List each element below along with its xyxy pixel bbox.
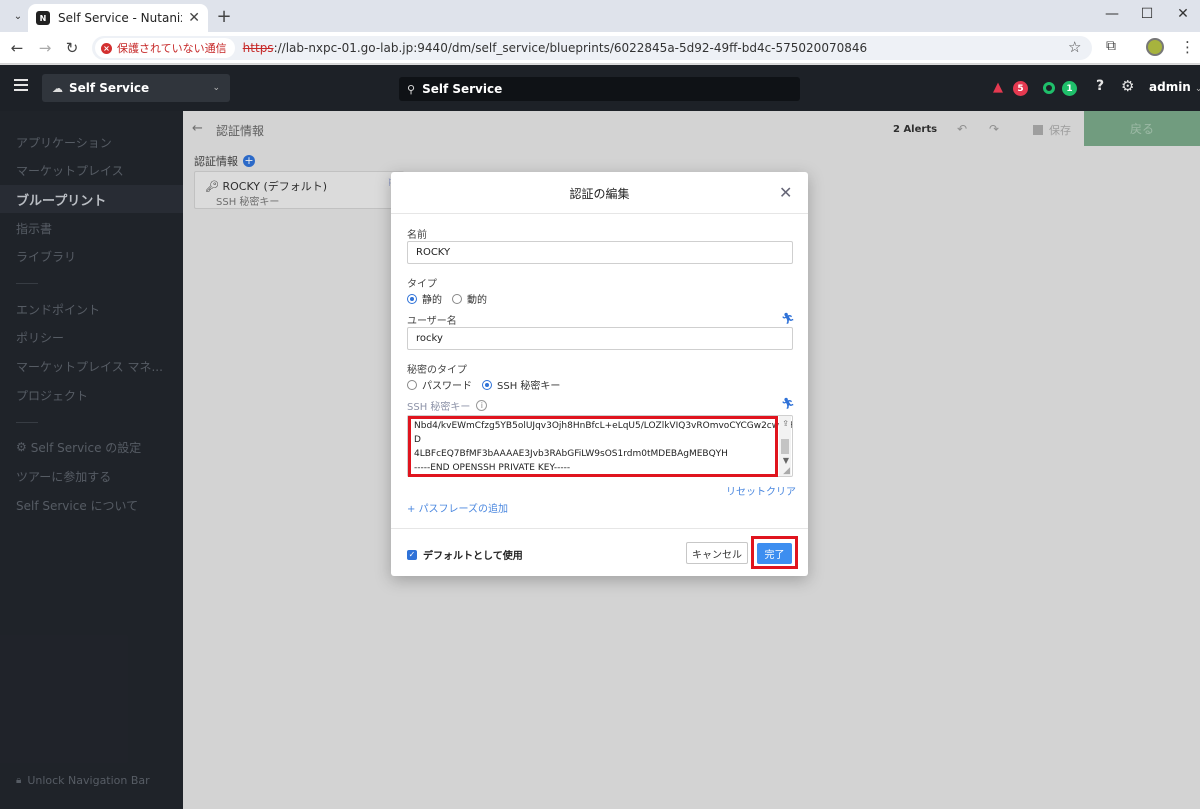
settings-gear-icon[interactable]: ⚙ [1121,77,1134,95]
upload-icon[interactable]: ⇪ [782,419,789,428]
ssh-key-label-text: SSH 秘密キー [407,402,471,413]
use-default-label: デフォルトとして使用 [423,551,523,562]
name-field[interactable]: ROCKY [407,241,793,264]
back-icon[interactable]: ← [7,39,27,57]
chevron-down-icon: ⌄ [212,83,220,93]
tab-close-icon[interactable]: ✕ [188,10,200,26]
alerts-count-badge[interactable]: 5 [1013,81,1028,96]
url-scheme: https [242,41,274,55]
app-header: ☁ Self Service ⌄ ⚲ Self Service ▲ 5 1 ? … [0,65,1200,111]
alerts-bell-icon[interactable]: ▲ [993,80,1003,95]
profile-avatar-icon[interactable] [1146,38,1164,56]
secret-type-radio-group: パスワード SSH 秘密キー [407,377,560,392]
radio-static[interactable] [407,293,417,304]
minimize-icon[interactable]: — [1100,6,1124,22]
ssh-key-line: -----END OPENSSH PRIVATE KEY----- [414,463,571,473]
chevron-down-icon: ⌄ [1194,84,1200,94]
cloud-icon: ☁ [52,81,63,95]
reset-link[interactable]: リセット [726,483,766,498]
hamburger-menu-icon[interactable] [14,79,28,91]
insecure-warning-icon: × [101,42,112,54]
ssh-key-line: Nbd4/kvEWmCfzg5YB5olUJqv3Ojh8HnBfcL+eLqU… [414,421,793,431]
close-icon[interactable]: ✕ [779,183,792,202]
username-field[interactable]: rocky [407,327,793,350]
type-radio-group: 静的 動的 [407,291,487,306]
secret-type-label: 秘密のタイプ [407,365,467,376]
checkbox-check-icon[interactable]: ✓ [407,549,417,560]
info-icon[interactable]: i [476,400,488,411]
search-icon: ⚲ [407,82,416,96]
user-menu[interactable]: admin ⌄ [1149,80,1200,94]
url-field[interactable]: × 保護されていない通信 https ://lab-nxpc-01.go-lab… [92,36,1092,60]
ssh-key-line: D [414,435,421,445]
dialog-divider [391,213,808,214]
user-name: admin [1149,80,1191,94]
tab-list-chevron-icon[interactable]: ⌄ [8,6,28,26]
radio-password-label: パスワード [422,381,472,392]
global-search-input[interactable]: ⚲ Self Service [399,77,800,101]
type-label: タイプ [407,279,437,290]
ssh-key-line: 4LBFcEQ7BfMF3bAAAAE3Jvb3RAbGFiLW9sOS1rdm… [414,449,728,459]
username-label: ユーザー名 [407,316,457,327]
browser-tabbar: ⌄ N Self Service - Nutanix ✕ + — ☐ ✕ [0,0,1200,32]
name-label: 名前 [407,230,427,241]
global-search-text: Self Service [422,82,503,96]
scroll-down-icon[interactable]: ▼ [783,456,789,465]
tab-title: Self Service - Nutanix [58,11,183,25]
security-label: 保護されていない通信 [117,42,227,55]
tasks-ring-icon[interactable] [1043,82,1055,94]
radio-ssh-key[interactable] [482,379,492,390]
runtime-editable-icon[interactable]: 🏃︎ [781,397,795,410]
resize-grip-icon[interactable]: ◢ [783,466,790,476]
tasks-count-badge[interactable]: 1 [1062,81,1077,96]
dialog-footer-divider [391,528,808,529]
app-switcher-label: Self Service [69,81,150,95]
browser-menu-icon[interactable]: ⋮ [1180,38,1195,56]
add-passphrase-link[interactable]: + パスフレーズの追加 [407,500,508,515]
browser-address-bar: ← → ↻ × 保護されていない通信 https ://lab-nxpc-01.… [0,32,1200,64]
cancel-button[interactable]: キャンセル [686,542,748,564]
ssh-key-label: SSH 秘密キー i [407,398,488,413]
forward-icon[interactable]: → [35,39,55,57]
nutanix-favicon-icon: N [36,11,50,25]
dialog-title: 認証の編集 [569,187,630,201]
url-path: ://lab-nxpc-01.go-lab.jp:9440/dm/self_se… [273,41,868,55]
window-close-icon[interactable]: ✕ [1171,6,1195,22]
radio-static-label: 静的 [422,295,442,306]
maximize-icon[interactable]: ☐ [1135,6,1159,22]
radio-dynamic-label: 動的 [467,295,487,306]
ssh-key-textarea[interactable]: Nbd4/kvEWmCfzg5YB5olUJqv3Ojh8HnBfcL+eLqU… [407,415,793,477]
textarea-scrollbar-thumb[interactable] [781,439,789,454]
clear-link[interactable]: クリア [766,483,796,498]
extensions-icon[interactable]: ⧉ [1106,38,1116,54]
security-chip[interactable]: × 保護されていない通信 [95,38,235,58]
runtime-editable-icon[interactable]: 🏃︎ [781,312,795,325]
radio-password[interactable] [407,379,417,390]
radio-ssh-key-label: SSH 秘密キー [497,381,561,392]
app-switcher[interactable]: ☁ Self Service ⌄ [42,74,230,102]
bookmark-star-icon[interactable]: ☆ [1068,38,1081,56]
plus-icon: + [407,504,419,515]
new-tab-icon[interactable]: + [214,6,234,27]
radio-dynamic[interactable] [452,293,462,304]
edit-credential-dialog: 認証の編集 ✕ 名前 ROCKY タイプ 静的 動的 ユーザー名 🏃︎ rock… [391,172,808,576]
add-passphrase-label: パスフレーズの追加 [418,504,509,515]
reload-icon[interactable]: ↻ [62,39,82,57]
browser-tab[interactable]: N Self Service - Nutanix ✕ [28,4,208,32]
use-default-checkbox[interactable]: ✓ デフォルトとして使用 [407,547,523,562]
help-icon[interactable]: ? [1096,78,1104,94]
done-button[interactable]: 完了 [757,543,792,564]
